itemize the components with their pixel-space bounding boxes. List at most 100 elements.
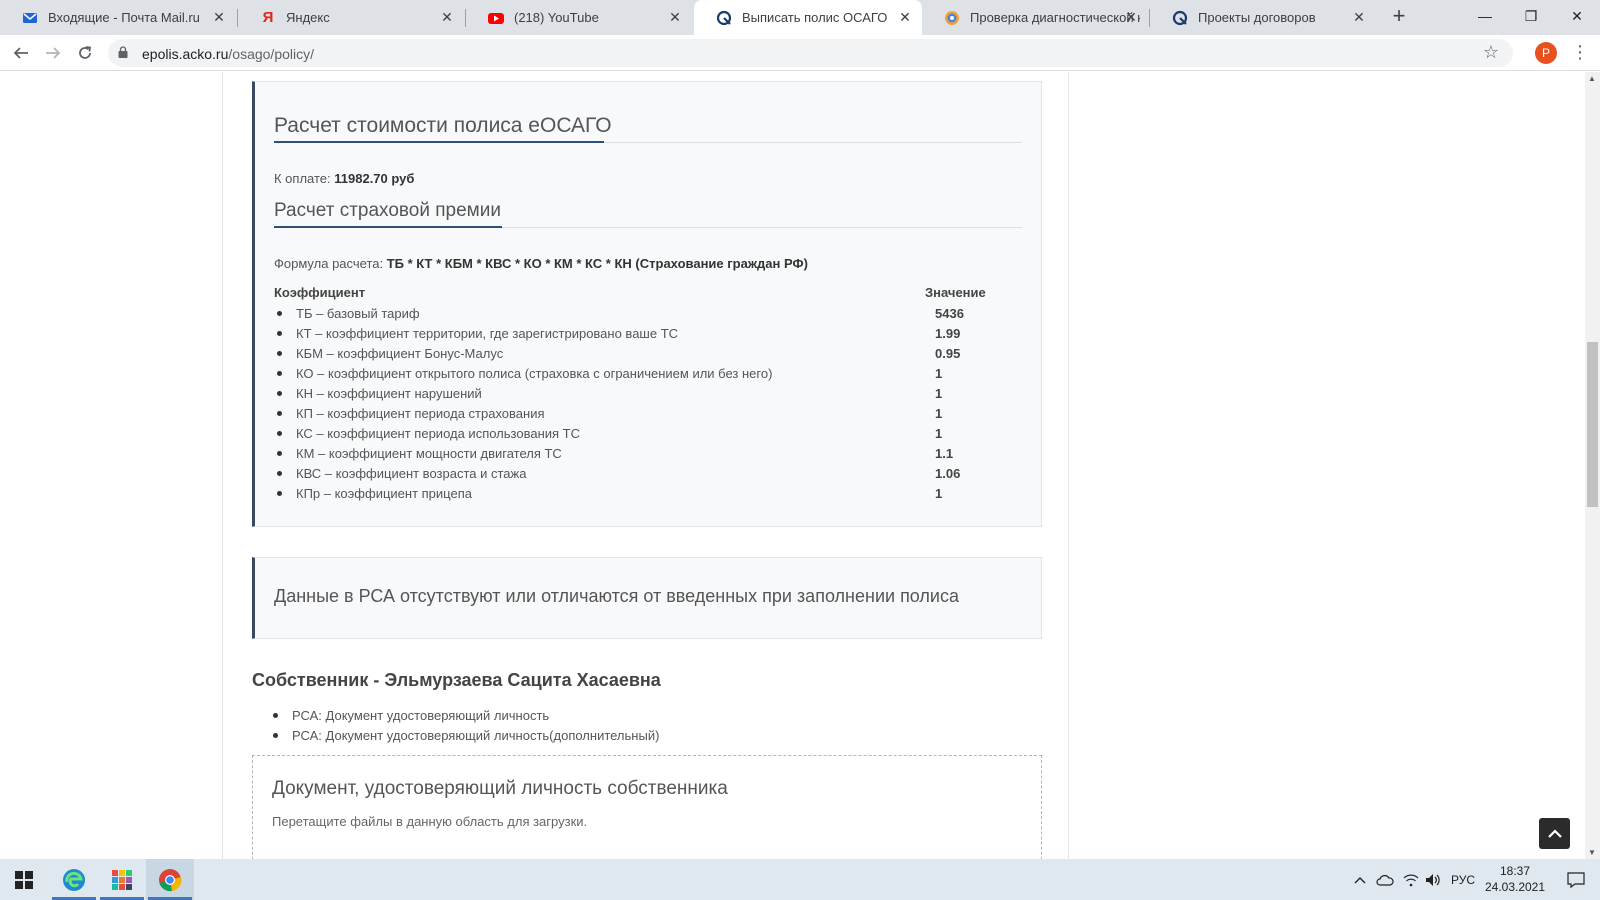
bullet — [277, 431, 282, 436]
content-column: Расчет стоимости полиса еОСАГО К оплате:… — [222, 72, 1069, 859]
coef-label: КО – коэффициент открытого полиса (страх… — [296, 366, 773, 381]
page-scrollbar[interactable]: ▲ ▼ — [1585, 72, 1600, 859]
coef-value: 5436 — [935, 306, 964, 321]
close-tab-icon[interactable]: ✕ — [1124, 10, 1138, 24]
browser-menu-icon[interactable]: ⋮ — [1570, 41, 1590, 65]
scrollbar-thumb[interactable] — [1587, 342, 1598, 507]
tab-title: Яндекс — [286, 10, 330, 25]
tab-title: Выписать полис ОСАГО — [742, 10, 888, 25]
onedrive-cloud-icon[interactable] — [1374, 859, 1396, 900]
tab-mail[interactable]: Входящие - Почта Mail.ru ✕ — [0, 0, 236, 35]
reload-icon[interactable] — [72, 40, 98, 66]
new-tab-icon[interactable]: + — [1387, 5, 1411, 29]
forward-icon[interactable] — [40, 40, 66, 66]
clock-date: 24.03.2021 — [1484, 880, 1546, 894]
coef-value: 1.06 — [935, 466, 961, 481]
coef-label: КС – коэффициент периода использования Т… — [296, 426, 580, 441]
coef-row: КС – коэффициент периода использования Т… — [277, 424, 997, 444]
calc-title: Расчет стоимости полиса еОСАГО — [274, 114, 612, 137]
address-bar[interactable]: epolis.acko.ru/osago/policy/ ☆ — [108, 39, 1513, 67]
close-tab-icon[interactable]: ✕ — [212, 10, 226, 24]
formula-line: Формула расчета: ТБ * КТ * КБМ * КВС * К… — [274, 256, 808, 271]
restore-icon[interactable]: ❐ — [1508, 0, 1554, 32]
windows-start-icon[interactable] — [0, 859, 48, 900]
scroll-up-arrow-icon[interactable]: ▲ — [1588, 74, 1596, 83]
taskbar-clock[interactable]: 18:37 24.03.2021 — [1475, 863, 1555, 895]
tab-strip: Входящие - Почта Mail.ru ✕ Я Яндекс ✕ (2… — [0, 0, 1600, 35]
youtube-icon — [488, 10, 504, 26]
profile-avatar[interactable]: P — [1535, 42, 1557, 64]
volume-icon[interactable] — [1422, 859, 1444, 900]
pay-value: 11982.70 руб — [334, 171, 415, 186]
coef-label: КМ – коэффициент мощности двигателя ТС — [296, 446, 562, 461]
bullet — [277, 491, 282, 496]
tab-youtube[interactable]: (218) YouTube ✕ — [466, 0, 692, 35]
coef-row: ТБ – базовый тариф 5436 — [277, 304, 997, 324]
tray-chevron-up-icon[interactable] — [1350, 859, 1370, 900]
coef-column-header: Коэффициент — [274, 285, 366, 300]
clock-time: 18:37 — [1499, 864, 1531, 878]
chrome-icon[interactable] — [146, 859, 194, 900]
page-viewport: Расчет стоимости полиса еОСАГО К оплате:… — [0, 72, 1585, 859]
coef-label: КН – коэффициент нарушений — [296, 386, 482, 401]
tab-osago[interactable]: Выписать полис ОСАГО ✕ — [694, 0, 922, 35]
browser-toolbar: epolis.acko.ru/osago/policy/ ☆ P ⋮ — [0, 35, 1600, 71]
close-tab-icon[interactable]: ✕ — [1352, 10, 1366, 24]
coef-row: КО – коэффициент открытого полиса (страх… — [277, 364, 997, 384]
close-tab-icon[interactable]: ✕ — [898, 10, 912, 24]
chevron-up-icon — [1547, 828, 1562, 838]
upload-dropzone[interactable]: Документ, удостоверяющий личность собств… — [252, 755, 1042, 859]
close-tab-icon[interactable]: ✕ — [668, 10, 682, 24]
coef-value: 1 — [935, 386, 943, 401]
bullet — [277, 471, 282, 476]
bullet — [273, 733, 278, 738]
coef-row: КБМ – коэффициент Бонус-Малус 0.95 — [277, 344, 997, 364]
tab-title: Проверка диагностической к — [970, 10, 1140, 25]
list-item: РСА: Документ удостоверяющий личность(до… — [273, 727, 773, 745]
doc-label: РСА: Документ удостоверяющий личность — [292, 708, 550, 723]
coef-label: КПр – коэффициент прицепа — [296, 486, 472, 501]
close-tab-icon[interactable]: ✕ — [440, 10, 454, 24]
bullet — [277, 331, 282, 336]
tab-title: Входящие - Почта Mail.ru — [48, 10, 200, 25]
tab-title: (218) YouTube — [514, 10, 599, 25]
bullet — [277, 391, 282, 396]
coef-label: КВС – коэффициент возраста и стажа — [296, 466, 527, 481]
cube-app-icon[interactable] — [98, 859, 146, 900]
title-underline — [274, 141, 604, 143]
coef-value: 0.95 — [935, 346, 961, 361]
coef-row: КТ – коэффициент территории, где зарегис… — [277, 324, 997, 344]
coef-value: 1 — [935, 406, 943, 421]
language-indicator[interactable]: РУС — [1448, 859, 1478, 900]
tab-diagnostic[interactable]: Проверка диагностической к ✕ — [922, 0, 1148, 35]
scroll-to-top-button[interactable] — [1539, 818, 1570, 849]
minimize-icon[interactable]: — — [1462, 0, 1508, 32]
edge-icon[interactable] — [50, 859, 98, 900]
wifi-icon[interactable] — [1400, 859, 1422, 900]
notification-center-icon[interactable] — [1556, 859, 1596, 900]
close-window-icon[interactable]: ✕ — [1554, 0, 1600, 32]
scroll-down-arrow-icon[interactable]: ▼ — [1588, 848, 1596, 857]
acko-icon — [1172, 10, 1188, 26]
bullet — [277, 451, 282, 456]
bullet — [277, 411, 282, 416]
pay-label: К оплате: — [274, 171, 331, 186]
lock-icon — [118, 46, 128, 58]
tab-contracts[interactable]: Проекты договоров ✕ — [1150, 0, 1376, 35]
diag-icon — [944, 10, 960, 26]
formula-value: ТБ * КТ * КБМ * КВС * КО * КМ * КС * КН … — [386, 256, 808, 271]
yandex-icon: Я — [262, 9, 274, 26]
tab-yandex[interactable]: Я Яндекс ✕ — [238, 0, 464, 35]
url-path: /osago/policy/ — [228, 46, 314, 62]
url-host: epolis.acko.ru — [142, 46, 229, 62]
back-icon[interactable] — [8, 40, 34, 66]
notice-text: Данные в РСА отсутствуют или отличаются … — [274, 586, 959, 606]
bookmark-star-icon[interactable]: ☆ — [1483, 42, 1499, 63]
dropzone-title: Документ, удостоверяющий личность собств… — [272, 778, 728, 799]
coef-row: КМ – коэффициент мощности двигателя ТС 1.… — [277, 444, 997, 464]
owner-title: Собственник - Эльмурзаева Сацита Хасаевн… — [252, 670, 661, 690]
doc-label: РСА: Документ удостоверяющий личность(до… — [292, 728, 660, 743]
premium-title: Расчет страховой премии — [274, 200, 501, 221]
coef-value: 1 — [935, 486, 943, 501]
coef-label: КБМ – коэффициент Бонус-Малус — [296, 346, 504, 361]
